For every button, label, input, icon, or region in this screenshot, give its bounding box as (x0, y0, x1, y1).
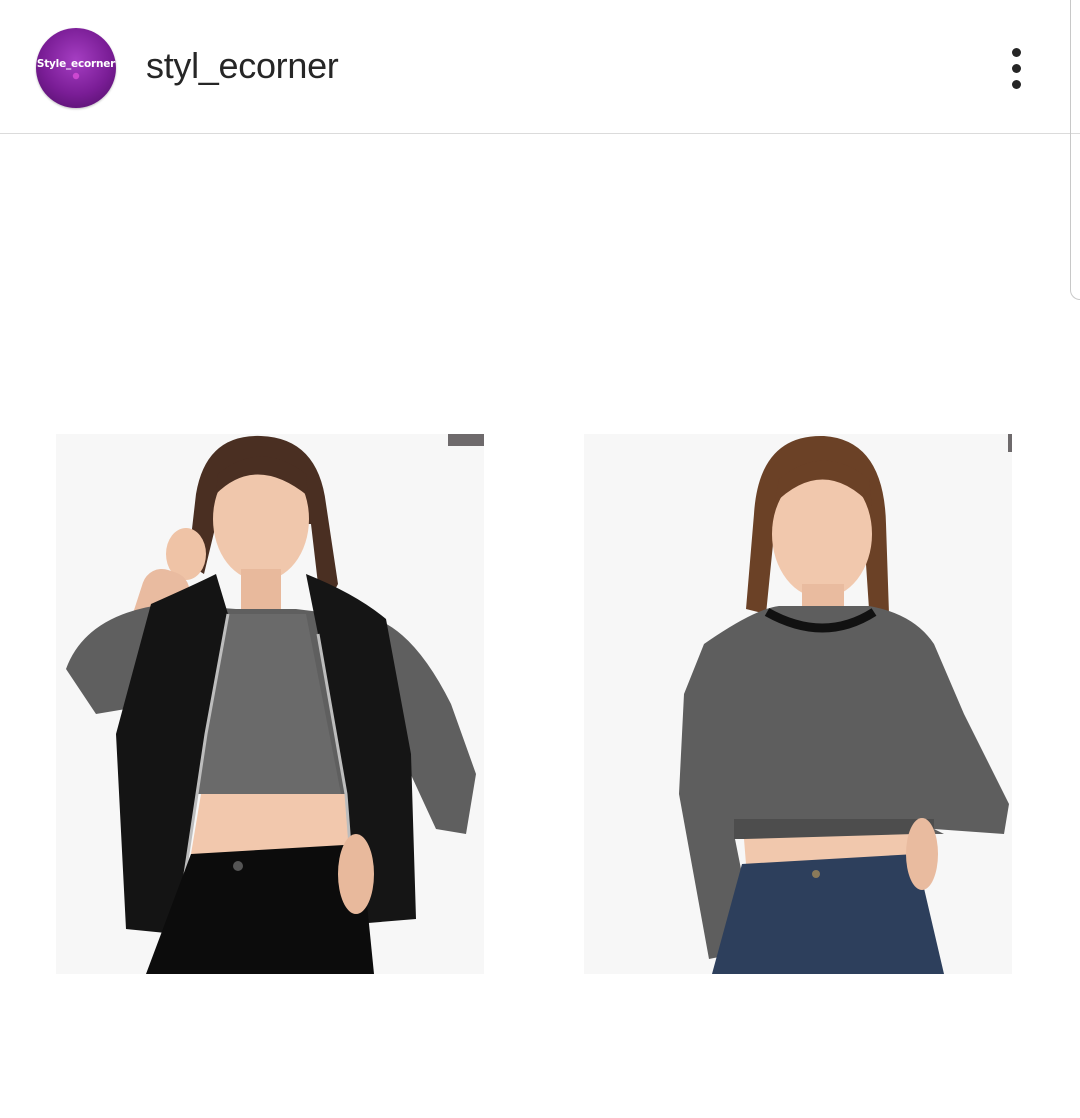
more-options-button[interactable] (996, 40, 1036, 96)
post-view: Style_ecorner styl_ecorner (0, 0, 1080, 1118)
post-image-2[interactable] (584, 434, 1012, 974)
avatar-logo-icon (72, 72, 80, 80)
more-vertical-icon-dot (1011, 79, 1021, 89)
avatar[interactable]: Style_ecorner (36, 28, 116, 108)
more-vertical-icon-dot (1011, 63, 1021, 73)
post-header: Style_ecorner styl_ecorner (0, 0, 1080, 134)
scroll-edge (1070, 0, 1080, 300)
photo-model-sweatshirt (584, 434, 1012, 974)
more-vertical-icon (1011, 47, 1021, 57)
avatar-text: Style_ecorner (36, 58, 116, 70)
photo-model-vest (56, 434, 484, 974)
username[interactable]: styl_ecorner (146, 44, 339, 88)
post-image-1[interactable] (56, 434, 484, 974)
